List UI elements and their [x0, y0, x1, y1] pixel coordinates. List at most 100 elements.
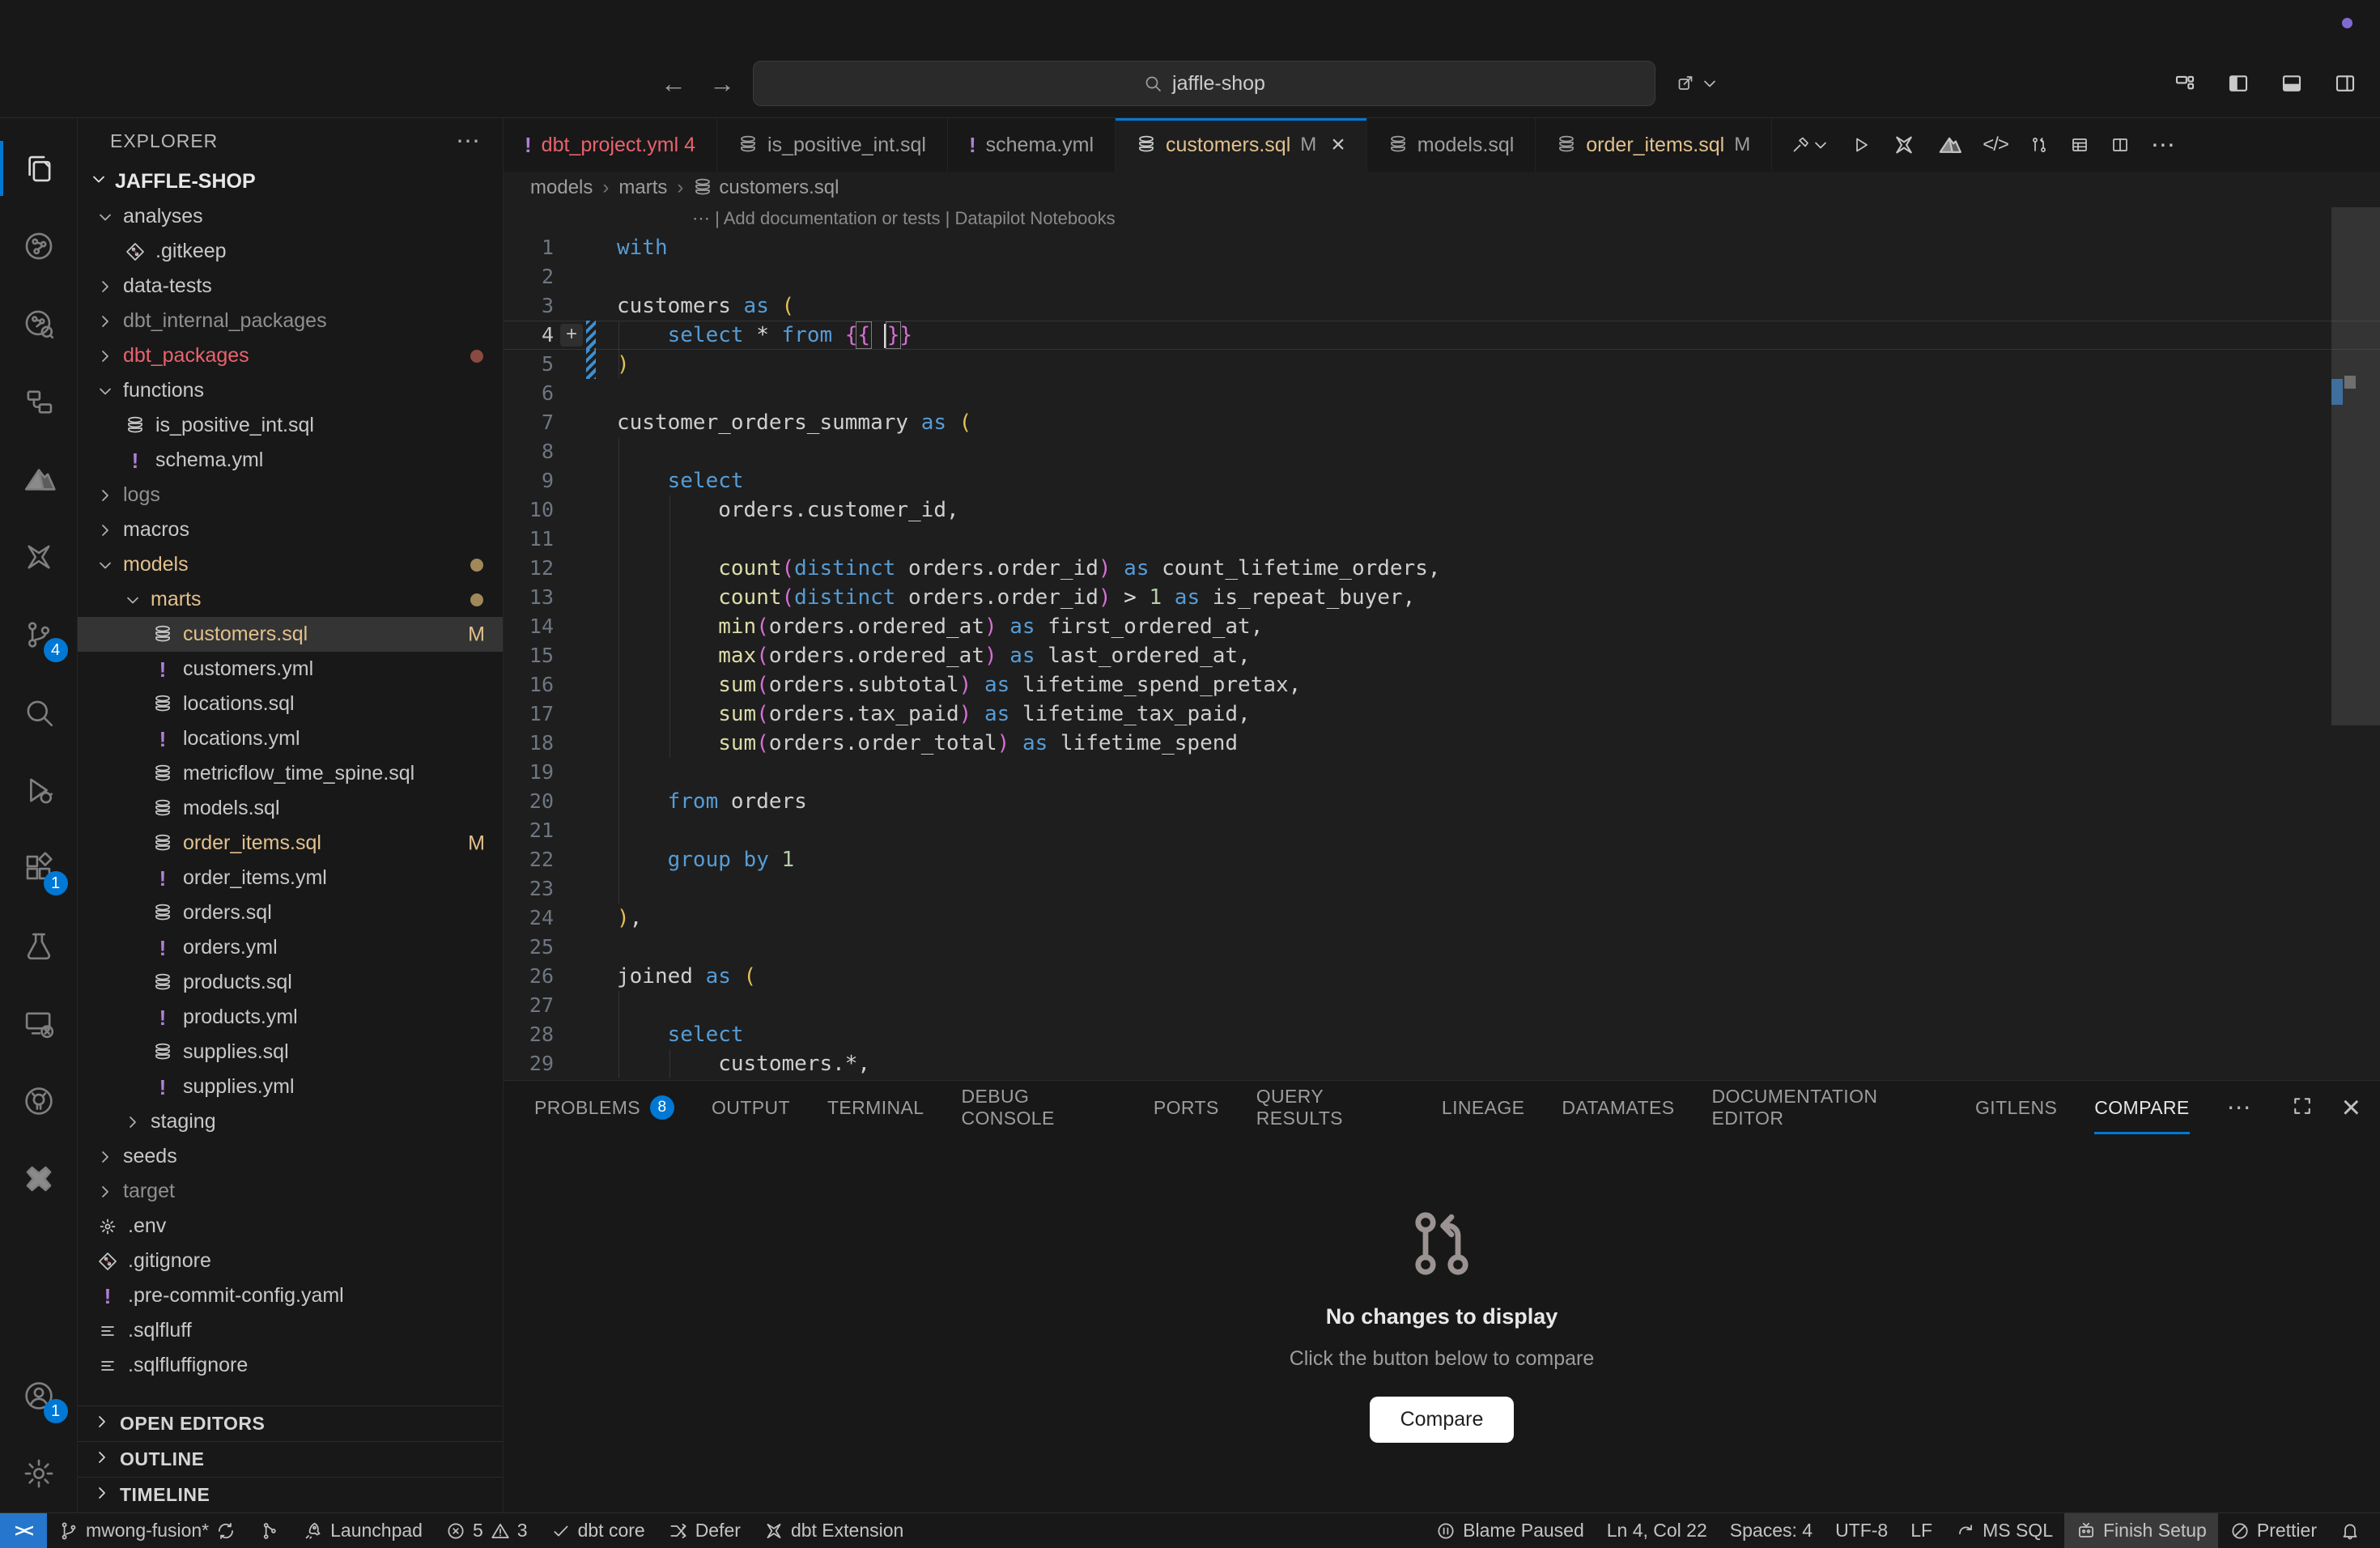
activity-dbt-lineage[interactable]	[0, 207, 78, 285]
tree-item-sqlfluffignore[interactable]: .sqlfluffignore	[78, 1348, 503, 1383]
panel-tab-compare[interactable]: COMPARE	[2094, 1081, 2189, 1134]
code-line-10[interactable]: 10 orders.customer_id,	[504, 495, 2380, 525]
tree-item-gitignore[interactable]: .gitignore	[78, 1244, 503, 1278]
activity-source-control[interactable]: 4	[0, 596, 78, 674]
tree-item-schema-yml[interactable]: !schema.yml	[78, 443, 503, 478]
activity-accounts[interactable]: 1	[0, 1357, 78, 1435]
remote-indicator[interactable]: ><	[0, 1513, 47, 1548]
close-icon[interactable]: ×	[1331, 131, 1345, 159]
activity-search[interactable]	[0, 674, 78, 751]
code-line-4[interactable]: 4+ select * from {{ }}	[504, 321, 2380, 350]
tree-item-supplies-yml[interactable]: !supplies.yml	[78, 1070, 503, 1104]
tree-item-order-items-sql[interactable]: order_items.sqlM	[78, 826, 503, 861]
tree-item-gitkeep[interactable]: .gitkeep	[78, 234, 503, 269]
panel-tab-ports[interactable]: PORTS	[1154, 1081, 1219, 1134]
panel-tab-terminal[interactable]: TERMINAL	[827, 1081, 924, 1134]
close-panel-button[interactable]: ×	[2342, 1091, 2361, 1124]
code-line-18[interactable]: 18 sum(orders.order_total) as lifetime_s…	[504, 729, 2380, 758]
activity-dbt-power-user[interactable]	[0, 518, 78, 596]
code-line-19[interactable]: 19	[504, 758, 2380, 787]
tree-item-order-items-yml[interactable]: !order_items.yml	[78, 861, 503, 895]
add-blame-button[interactable]: +	[560, 324, 583, 347]
tree-item-orders-sql[interactable]: orders.sql	[78, 895, 503, 930]
back-button[interactable]: ←	[661, 69, 686, 99]
tree-item-customers-sql[interactable]: customers.sqlM	[78, 617, 503, 652]
code-line-25[interactable]: 25	[504, 933, 2380, 962]
breadcrumb-customers-sql[interactable]: customers.sql	[693, 176, 839, 199]
tree-item-is-positive-int-sql[interactable]: is_positive_int.sql	[78, 408, 503, 443]
query-results-button[interactable]	[2070, 135, 2089, 155]
tab-customers-sql[interactable]: customers.sqlM×	[1116, 118, 1367, 172]
project-root-row[interactable]: JAFFLE-SHOP	[78, 164, 503, 199]
activity-dbt-docs[interactable]	[0, 285, 78, 363]
status-dbt-extension-status[interactable]: dbt Extension	[752, 1513, 915, 1548]
tree-item-functions[interactable]: functions	[78, 373, 503, 408]
code-line-5[interactable]: 5)	[504, 350, 2380, 379]
tree-item-products-yml[interactable]: !products.yml	[78, 1000, 503, 1035]
code-line-13[interactable]: 13 count(distinct orders.order_id) > 1 a…	[504, 583, 2380, 612]
maximize-panel-button[interactable]	[2290, 1094, 2314, 1122]
dbt-power-user-action-button[interactable]	[1892, 133, 1916, 157]
code-editor[interactable]: ⋯ | Add documentation or tests | Datapil…	[504, 204, 2380, 1080]
activity-testing[interactable]	[0, 907, 78, 985]
run-query-button[interactable]	[1851, 135, 1871, 155]
toggle-secondary-sidebar-icon[interactable]	[2333, 71, 2357, 96]
status-git-graph[interactable]	[248, 1513, 291, 1548]
sqlfluff-lint-button[interactable]	[1937, 133, 1961, 157]
tree-item-metricflow-time-spine-sql[interactable]: metricflow_time_spine.sql	[78, 756, 503, 791]
tree-item-env[interactable]: .env	[78, 1209, 503, 1244]
section-outline[interactable]: OUTLINE	[78, 1441, 503, 1477]
tree-item-analyses[interactable]: analyses	[78, 199, 503, 234]
code-line-24[interactable]: 24),	[504, 904, 2380, 933]
section-open-editors[interactable]: OPEN EDITORS	[78, 1406, 503, 1441]
status-launchpad[interactable]: Launchpad	[291, 1513, 434, 1548]
status-finish-setup[interactable]: Finish Setup	[2064, 1513, 2218, 1548]
toggle-sidebar-icon[interactable]	[2226, 71, 2250, 96]
activity-run-and-debug[interactable]	[0, 751, 78, 829]
tab-dbt-project-yml[interactable]: !dbt_project.yml 4	[504, 118, 717, 172]
status-git-branch[interactable]: mwong-fusion*	[47, 1513, 248, 1548]
status-language-mode[interactable]: MS SQL	[1944, 1513, 2064, 1548]
code-line-29[interactable]: 29 customers.*,	[504, 1049, 2380, 1078]
code-line-27[interactable]: 27	[504, 991, 2380, 1020]
code-line-23[interactable]: 23	[504, 874, 2380, 904]
status-blame-paused[interactable]: Blame Paused	[1424, 1513, 1596, 1548]
activity-dbt-extension[interactable]	[0, 1140, 78, 1218]
tree-item-seeds[interactable]: seeds	[78, 1139, 503, 1174]
codelens-links[interactable]: ⋯ | Add documentation or tests | Datapil…	[504, 204, 2380, 233]
tab-models-sql[interactable]: models.sql	[1367, 118, 1536, 172]
build-dbt-button[interactable]	[1791, 135, 1830, 155]
tree-item-data-tests[interactable]: data-tests	[78, 269, 503, 304]
tree-item-locations-sql[interactable]: locations.sql	[78, 687, 503, 721]
activity-github[interactable]	[0, 1062, 78, 1140]
activity-datapilot[interactable]	[0, 440, 78, 518]
tree-item-locations-yml[interactable]: !locations.yml	[78, 721, 503, 756]
code-line-16[interactable]: 16 sum(orders.subtotal) as lifetime_spen…	[504, 670, 2380, 700]
code-line-12[interactable]: 12 count(distinct orders.order_id) as co…	[504, 554, 2380, 583]
status-indentation[interactable]: Spaces: 4	[1719, 1513, 1824, 1548]
code-line-1[interactable]: 1with	[504, 233, 2380, 262]
forward-button[interactable]: →	[709, 69, 735, 99]
status-notifications[interactable]	[2328, 1513, 2372, 1548]
code-line-22[interactable]: 22 group by 1	[504, 845, 2380, 874]
command-center-search[interactable]: jaffle-shop	[753, 61, 1655, 106]
panel-more-tabs-button[interactable]: ⋯	[2227, 1094, 2253, 1122]
section-timeline[interactable]: TIMELINE	[78, 1477, 503, 1512]
breadcrumb-models[interactable]: models	[530, 176, 593, 199]
code-line-17[interactable]: 17 sum(orders.tax_paid) as lifetime_tax_…	[504, 700, 2380, 729]
panel-tab-datamates[interactable]: DATAMATES	[1562, 1081, 1674, 1134]
tab-schema-yml[interactable]: !schema.yml	[948, 118, 1116, 172]
tab-order-items-sql[interactable]: order_items.sqlM	[1536, 118, 1772, 172]
tree-item-models[interactable]: models	[78, 547, 503, 582]
panel-tab-output[interactable]: OUTPUT	[712, 1081, 790, 1134]
tree-item-products-sql[interactable]: products.sql	[78, 965, 503, 1000]
code-line-26[interactable]: 26joined as (	[504, 962, 2380, 991]
tree-item-dbt-packages[interactable]: dbt_packages	[78, 338, 503, 373]
tree-item-pre-commit-config-yaml[interactable]: !.pre-commit-config.yaml	[78, 1278, 503, 1313]
tree-item-supplies-sql[interactable]: supplies.sql	[78, 1035, 503, 1070]
status-cursor-position[interactable]: Ln 4, Col 22	[1596, 1513, 1719, 1548]
status-eol[interactable]: LF	[1899, 1513, 1944, 1548]
tree-item-sqlfluff[interactable]: .sqlfluff	[78, 1313, 503, 1348]
status-defer[interactable]: Defer	[657, 1513, 752, 1548]
panel-tab-gitlens[interactable]: GITLENS	[1975, 1081, 2057, 1134]
